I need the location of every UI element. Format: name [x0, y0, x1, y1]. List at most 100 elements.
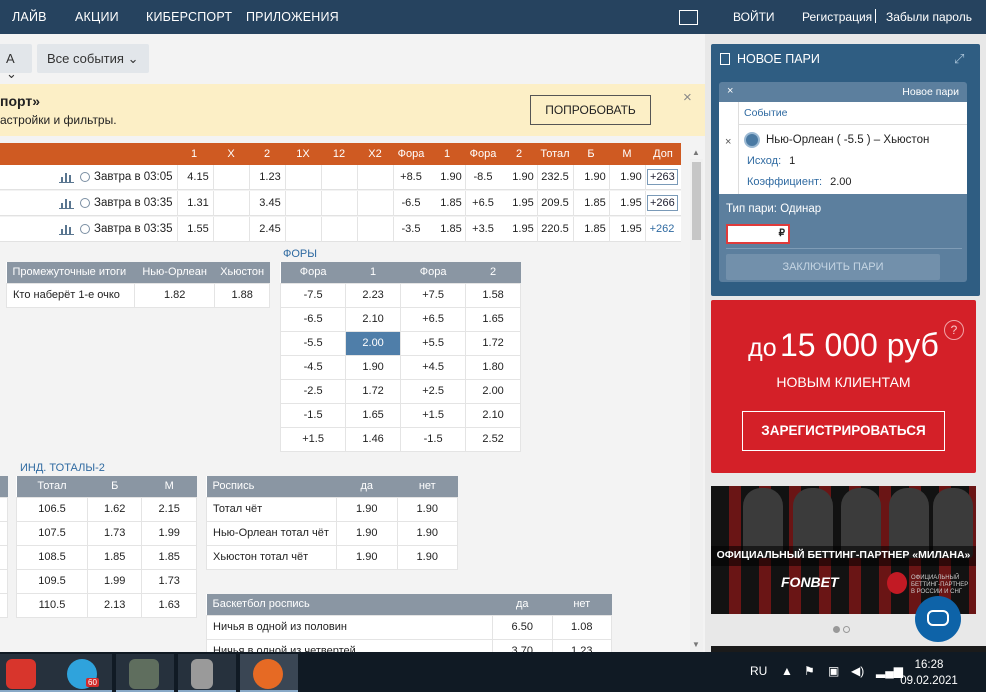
nav-promotions[interactable]: АКЦИИ [75, 10, 119, 24]
remove-bet-icon[interactable]: × [725, 136, 731, 148]
total-over-odd[interactable]: 1.85 [584, 223, 605, 235]
odd-cell[interactable]: 1.58 [465, 282, 521, 308]
nav-live[interactable]: ЛАЙВ [12, 10, 47, 24]
total-under-odd[interactable]: 1.90 [620, 171, 641, 183]
odd-cell[interactable]: 1.90 [336, 544, 398, 570]
odd-cell[interactable]: 1.65 [465, 306, 521, 332]
odd-cell[interactable]: 3.70 [492, 638, 553, 652]
close-icon[interactable]: × [727, 85, 733, 97]
chat-button[interactable] [915, 596, 961, 642]
close-icon[interactable]: × [683, 89, 692, 106]
total-under-odd[interactable]: 1.95 [620, 197, 641, 209]
taskbar-app-active[interactable] [240, 654, 298, 692]
network-icon[interactable]: ▂▄▆ [876, 664, 903, 678]
scrollbar[interactable]: ▲ ▼ [690, 148, 703, 652]
odd-cell[interactable]: 1.82 [133, 282, 216, 308]
stats-icon[interactable] [59, 224, 74, 235]
total-under-odd[interactable]: 1.95 [620, 223, 641, 235]
odd-2[interactable]: 3.45 [259, 197, 280, 209]
fora-1-odd[interactable]: 1.85 [440, 197, 461, 209]
odd-cell[interactable]: 1.80 [465, 354, 521, 380]
nav-esports[interactable]: КИБЕРСПОРТ [146, 10, 232, 24]
total-over-odd[interactable]: 1.90 [584, 171, 605, 183]
odd-cell[interactable]: 1.99 [141, 520, 197, 546]
language-indicator[interactable]: RU [750, 664, 767, 678]
total-over-odd[interactable]: 1.85 [584, 197, 605, 209]
odd-cell[interactable]: 2.10 [465, 402, 521, 428]
odd-cell-selected[interactable]: 2.00 [345, 330, 401, 356]
odd-cell[interactable]: 1.65 [345, 402, 401, 428]
extra-markets-button[interactable]: +266 [647, 195, 678, 211]
odd-cell[interactable]: 1.72 [465, 330, 521, 356]
odd-cell[interactable]: 2.15 [141, 496, 197, 522]
new-bet-link[interactable]: Новое пари [902, 86, 959, 98]
odd-cell[interactable]: 1.62 [86, 496, 143, 522]
extra-markets-link[interactable]: +262 [650, 223, 675, 235]
odd-cell[interactable]: 1.72 [345, 378, 401, 404]
flag-icon[interactable]: ⚑ [804, 664, 815, 678]
odd-cell[interactable]: 2.13 [86, 592, 143, 618]
odd-2[interactable]: 2.45 [259, 223, 280, 235]
fora-1-odd[interactable]: 1.85 [440, 223, 461, 235]
odd-cell[interactable]: 1.90 [345, 354, 401, 380]
stats-icon[interactable] [59, 198, 74, 209]
place-bet-button[interactable]: ЗАКЛЮЧИТЬ ПАРИ [726, 254, 940, 280]
odd-cell[interactable]: 1.23 [551, 638, 612, 652]
odd-cell[interactable]: 1.46 [345, 426, 401, 452]
display-mode-icon[interactable] [679, 10, 698, 25]
tray-expand-icon[interactable]: ▲ [781, 664, 793, 678]
odd-cell[interactable]: 2.10 [345, 306, 401, 332]
scroll-up-icon[interactable]: ▲ [692, 148, 700, 157]
odd-cell[interactable]: 1.90 [336, 520, 398, 546]
stake-input[interactable]: ₽ [726, 224, 790, 244]
odd-cell[interactable]: 1.63 [141, 592, 197, 618]
odd-2[interactable]: 1.23 [259, 171, 280, 183]
scrollbar-thumb[interactable] [692, 162, 701, 240]
expand-icon[interactable]: ⤢ [954, 51, 964, 67]
odd-cell[interactable]: 2.52 [465, 426, 521, 452]
taskbar-app[interactable] [0, 654, 58, 692]
forgot-password-link[interactable]: Забыли пароль [886, 10, 972, 24]
extra-markets-button[interactable]: +263 [647, 169, 678, 185]
taskbar-app[interactable]: 60 [54, 654, 112, 692]
register-button[interactable]: ЗАРЕГИСТРИРОВАТЬСЯ [742, 411, 945, 451]
odd-cell[interactable]: 1.90 [396, 496, 458, 522]
carousel-dot[interactable] [833, 626, 840, 633]
scroll-down-icon[interactable]: ▼ [692, 640, 700, 649]
odd-1[interactable]: 1.31 [187, 197, 208, 209]
sport-filter-dropdown[interactable]: А ⌄ [0, 44, 32, 81]
fora-2-odd[interactable]: 1.95 [512, 197, 533, 209]
odd-cell[interactable]: 1.99 [86, 568, 143, 594]
odd-cell[interactable]: 1.73 [86, 520, 143, 546]
odd-1[interactable]: 1.55 [187, 223, 208, 235]
odd-cell[interactable]: 1.90 [396, 520, 458, 546]
bonus-banner[interactable]: ? до 15 000 руб НОВЫМ КЛИЕНТАМ ЗАРЕГИСТР… [711, 300, 976, 473]
odd-cell[interactable]: 1.88 [214, 282, 270, 308]
nav-apps[interactable]: ПРИЛОЖЕНИЯ [246, 10, 339, 24]
odd-cell[interactable]: 1.85 [86, 544, 143, 570]
odd-cell[interactable]: 1.90 [336, 496, 398, 522]
odd-cell[interactable]: 2.00 [465, 378, 521, 404]
register-link[interactable]: Регистрация [802, 10, 872, 24]
odd-cell[interactable]: 1.08 [551, 614, 612, 640]
odd-cell[interactable]: 1.90 [396, 544, 458, 570]
odd-1[interactable]: 4.15 [187, 171, 208, 183]
carousel-dot[interactable] [843, 626, 850, 633]
odd-cell[interactable]: 1.85 [141, 544, 197, 570]
fora-2-odd[interactable]: 1.90 [512, 171, 533, 183]
taskbar-app[interactable] [178, 654, 236, 692]
volume-icon[interactable]: ◀) [851, 664, 864, 678]
fora-1-odd[interactable]: 1.90 [440, 171, 461, 183]
system-clock[interactable]: 16:28 09.02.2021 [900, 657, 958, 689]
odd-cell[interactable]: 1.73 [141, 568, 197, 594]
stats-icon[interactable] [59, 172, 74, 183]
login-link[interactable]: ВОЙТИ [733, 10, 775, 24]
taskbar-app[interactable] [116, 654, 174, 692]
security-icon[interactable]: ▣ [828, 664, 839, 678]
try-button[interactable]: ПОПРОБОВАТЬ [530, 95, 651, 125]
events-filter-dropdown[interactable]: Все события ⌄ [37, 44, 149, 73]
milan-banner[interactable]: ОФИЦИАЛЬНЫЙ БЕТТИНГ-ПАРТНЕР «МИЛАНА» FON… [711, 486, 976, 614]
odd-cell[interactable]: 2.23 [345, 282, 401, 308]
fora-2-odd[interactable]: 1.95 [512, 223, 533, 235]
odd-cell[interactable]: 6.50 [492, 614, 553, 640]
